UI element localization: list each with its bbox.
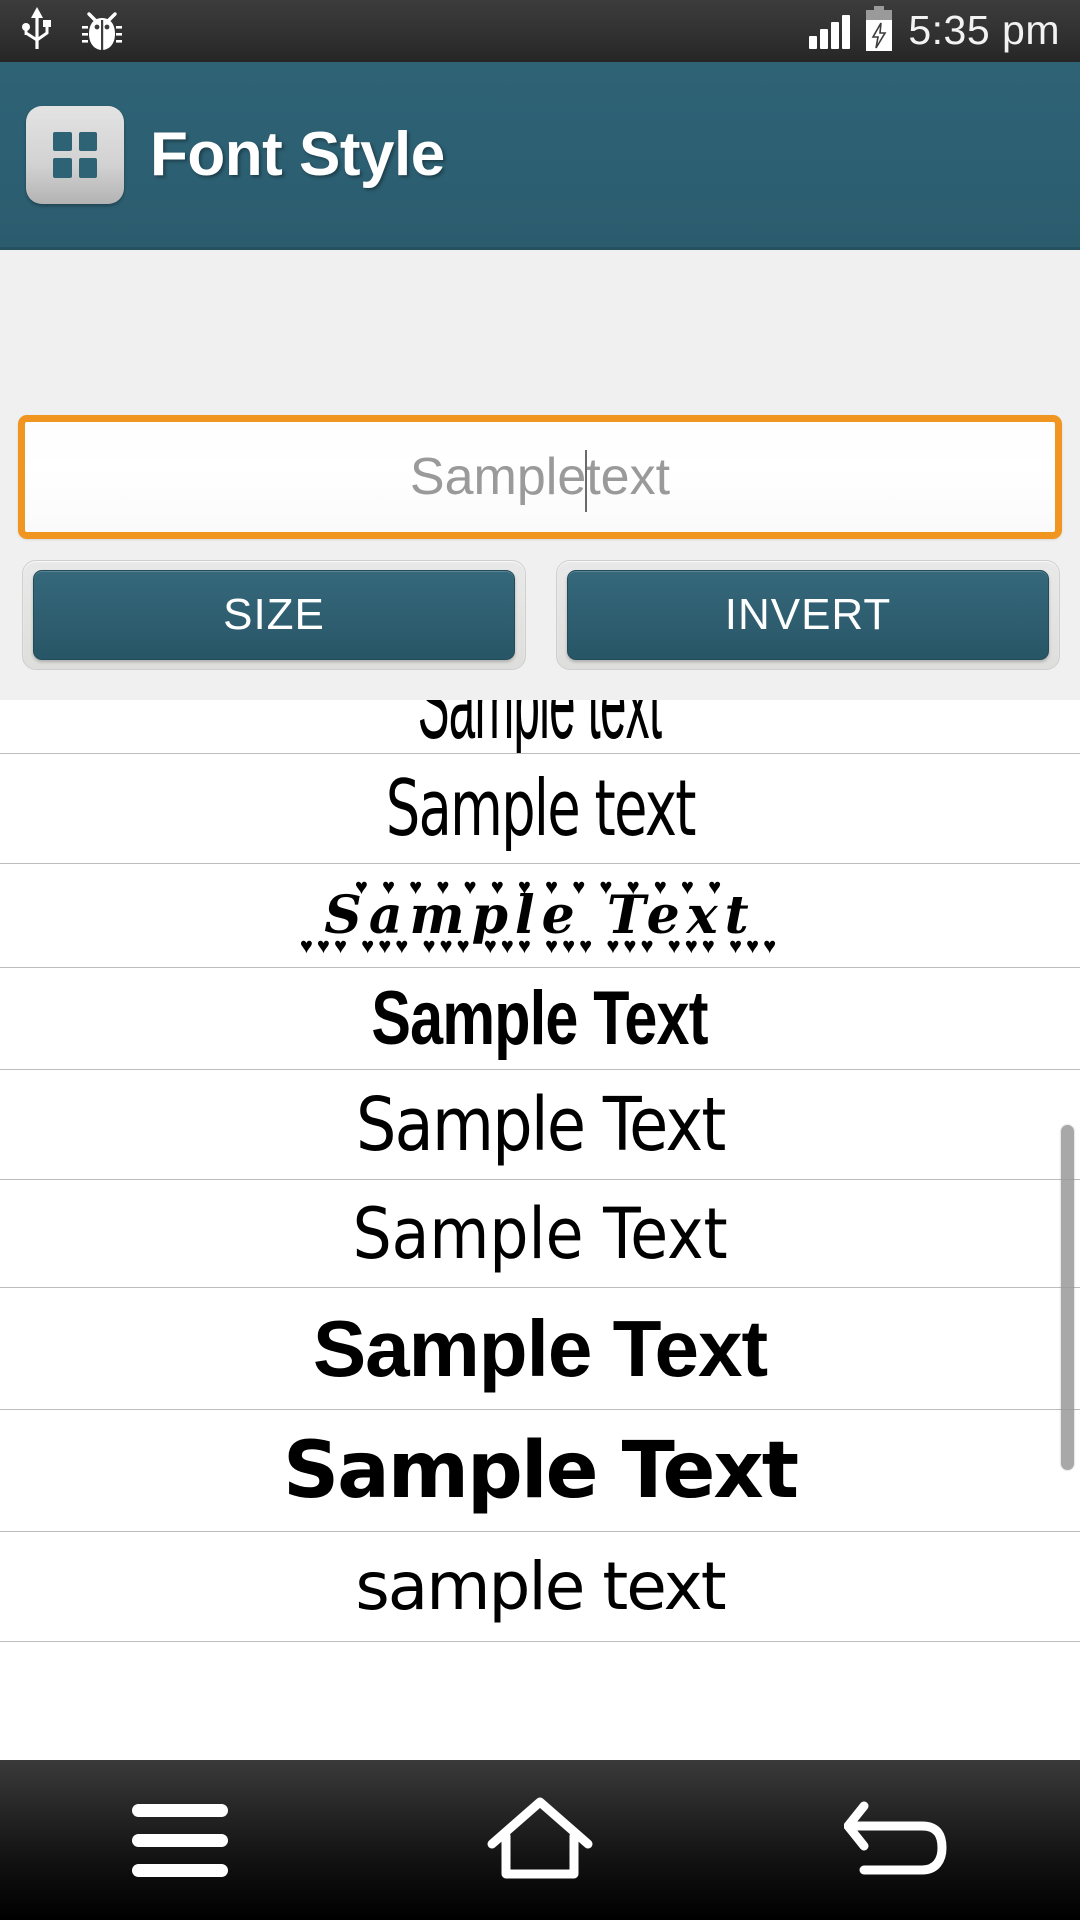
- home-button[interactable]: [360, 1760, 720, 1920]
- font-style-sample-text: Sample text: [418, 700, 662, 753]
- font-style-row[interactable]: Sample text: [0, 700, 1080, 754]
- size-button-label: SIZE: [33, 570, 515, 660]
- font-style-row[interactable]: Sample Text ♥ ♥ ♥ ♥ ♥ ♥ ♥ ♥ ♥ ♥ ♥ ♥ ♥ ♥ ♥♥…: [0, 864, 1080, 968]
- text-caret: [585, 450, 588, 512]
- font-style-row[interactable]: Sample Text: [0, 968, 1080, 1070]
- font-style-sample-text: Sample Text: [282, 1425, 799, 1516]
- home-icon: [484, 1792, 596, 1889]
- usb-icon: [20, 6, 54, 56]
- sample-text-placeholder-tail: text: [586, 448, 671, 506]
- font-style-row[interactable]: Sample Text: [0, 1070, 1080, 1180]
- font-style-sample-text: Sample Text: [312, 1303, 768, 1393]
- font-style-sample-text: Sample Text: [371, 975, 709, 1061]
- status-bar-right-icons: 5:35 pm: [809, 5, 1060, 57]
- page-title: Font Style: [150, 119, 445, 189]
- action-button-row: SIZE INVERT: [22, 560, 1060, 670]
- font-style-row[interactable]: Sample Text: [0, 1180, 1080, 1288]
- navigation-bar: [0, 1760, 1080, 1920]
- invert-button-label: INVERT: [567, 570, 1049, 660]
- font-style-sample-text: Sample Text: [352, 1192, 728, 1275]
- font-style-sample-text: sample text: [355, 1547, 726, 1625]
- status-bar: 5:35 pm: [0, 0, 1080, 62]
- back-arrow-icon: [843, 1792, 956, 1889]
- grid-app-icon[interactable]: [26, 105, 124, 204]
- invert-button[interactable]: INVERT: [556, 560, 1060, 670]
- status-bar-clock: 5:35 pm: [908, 6, 1060, 53]
- font-style-row[interactable]: sample text: [0, 1532, 1080, 1642]
- battery-charging-icon: [864, 5, 894, 57]
- menu-icon: [132, 1803, 228, 1877]
- font-style-row[interactable]: Sample Text: [0, 1410, 1080, 1532]
- font-style-list[interactable]: Sample text Sample text Sample Text♥ ♥ ♥ ♥…: [0, 700, 1080, 1760]
- font-style-sample-text: Sample Text: [324, 884, 756, 946]
- menu-button[interactable]: [0, 1760, 360, 1920]
- status-bar-left-icons: [20, 6, 124, 57]
- signal-bars-icon: [809, 13, 851, 49]
- phone-screen: 5:35 pm Font Style Sample text SIZE INVE…: [0, 0, 1080, 1920]
- font-style-sample-text: Sample text: [385, 762, 697, 854]
- font-style-row[interactable]: Sample Text: [0, 1288, 1080, 1410]
- app-bar: Font Style: [0, 62, 1080, 250]
- sample-text-input[interactable]: Sample text: [18, 415, 1062, 539]
- font-style-sample-text: Sample Text: [355, 1081, 726, 1168]
- back-button[interactable]: [720, 1760, 1080, 1920]
- font-style-row[interactable]: Sample text: [0, 754, 1080, 864]
- control-panel: Sample text SIZE INVERT: [0, 250, 1080, 700]
- sample-text-placeholder: Sample: [409, 448, 587, 506]
- bug-icon: [80, 6, 124, 57]
- size-button[interactable]: SIZE: [22, 560, 526, 670]
- list-scrollbar[interactable]: [1061, 1125, 1074, 1470]
